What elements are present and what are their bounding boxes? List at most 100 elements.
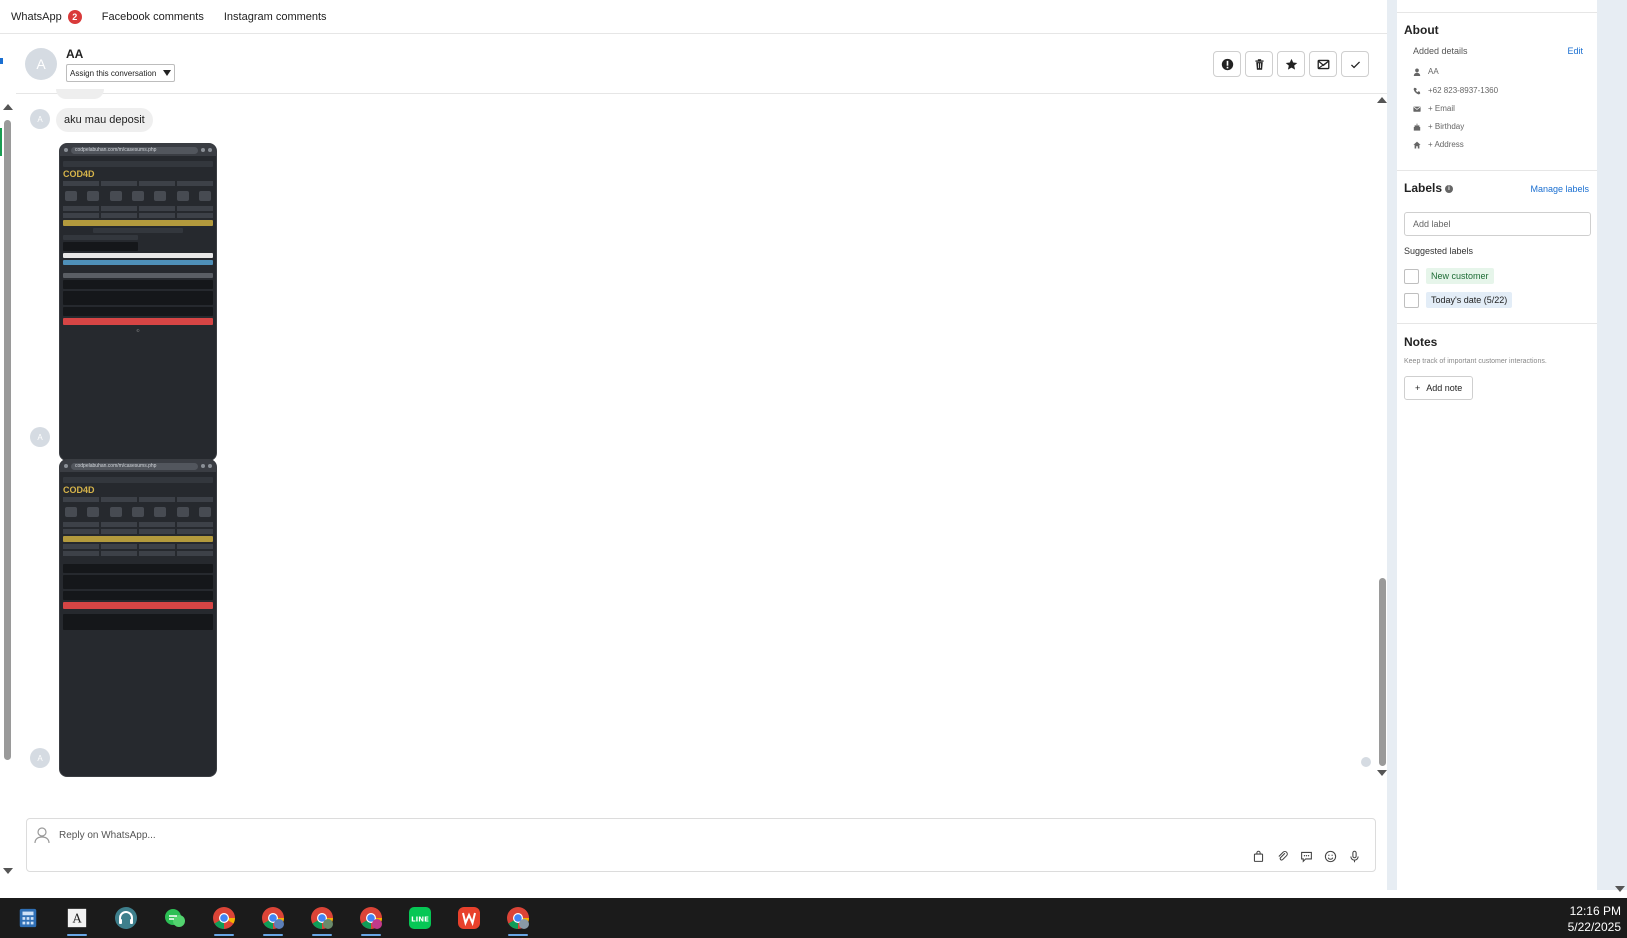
reply-input[interactable] (59, 824, 959, 846)
user-avatar-icon (34, 827, 50, 844)
system-clock[interactable]: 12:16 PM 5/22/2025 (1568, 903, 1621, 935)
screenshot-logout-button (63, 602, 213, 609)
list-edge-highlight (0, 128, 2, 156)
add-note-button[interactable]: + Add note (1404, 376, 1474, 400)
chrome-profile-icon[interactable] (259, 903, 287, 936)
image-attachment[interactable]: codpelabuhan.com/m/casesums.php COD4D © (59, 143, 217, 461)
manage-labels-link[interactable]: Manage labels (1530, 184, 1589, 194)
paperclip-icon[interactable] (1275, 849, 1289, 863)
chrome-profile-icon[interactable] (308, 903, 336, 936)
tab-whatsapp[interactable]: WhatsApp 2 (11, 9, 82, 24)
section-divider (1397, 323, 1597, 324)
tab-facebook-comments[interactable]: Facebook comments (102, 11, 204, 23)
label-chip[interactable]: New customer (1426, 268, 1494, 284)
scroll-down-arrow[interactable] (3, 868, 13, 874)
detail-email[interactable]: + Email (1413, 104, 1455, 113)
delete-button[interactable] (1245, 51, 1273, 77)
list-edge-marker (0, 58, 3, 64)
message-thread: A aku mau deposit codpelabuhan.com/m/cas… (16, 89, 1387, 805)
screenshot-field (63, 242, 138, 251)
bag-icon[interactable] (1251, 849, 1265, 863)
conversation-header: A AA Assign this conversation (16, 35, 1387, 94)
line-icon[interactable]: LINE (406, 903, 434, 933)
scroll-up-arrow[interactable] (1377, 97, 1387, 103)
screenshot-history-bar (63, 536, 213, 542)
suggested-label-row: Today's date (5/22) (1404, 292, 1513, 308)
screenshot-row (63, 280, 213, 289)
headset-app-icon[interactable] (112, 903, 140, 933)
screenshot-url: codpelabuhan.com/m/casesums.php (71, 462, 198, 470)
unread-badge: 2 (67, 9, 82, 24)
emoji-icon[interactable] (1323, 849, 1337, 863)
label-checkbox[interactable] (1404, 292, 1419, 308)
home-icon (64, 148, 68, 152)
whatsapp-icon[interactable] (161, 903, 189, 933)
notes-title: Notes (1404, 335, 1438, 349)
screenshot-row (63, 235, 138, 240)
svg-text:A: A (72, 912, 82, 926)
screenshot-row (63, 273, 213, 278)
trash-icon (1254, 58, 1264, 70)
detail-phone[interactable]: +62 823-8937-1360 (1413, 86, 1498, 95)
screenshot-row (93, 228, 183, 233)
screenshot-page: COD4D (60, 472, 216, 635)
calculator-icon[interactable] (14, 903, 42, 933)
info-icon[interactable]: i (1445, 184, 1454, 193)
label-checkbox[interactable] (1404, 268, 1419, 284)
labels-title-text: Labels (1404, 181, 1443, 195)
edit-details-link[interactable]: Edit (1567, 46, 1583, 56)
cake-icon (1413, 123, 1421, 131)
screenshot-nav (63, 161, 213, 167)
contact-avatar[interactable]: A (25, 48, 57, 80)
star-button[interactable] (1277, 51, 1305, 77)
clock-time: 12:16 PM (1569, 904, 1621, 918)
message-scrollbar-thumb[interactable] (1379, 578, 1386, 766)
detail-name[interactable]: AA (1413, 67, 1439, 76)
detail-address[interactable]: + Address (1413, 140, 1464, 149)
screenshot-button (63, 260, 213, 265)
labels-title: Labels i (1404, 181, 1454, 195)
screenshot-deposit-bar (63, 220, 213, 226)
detail-text: + Birthday (1428, 122, 1465, 131)
detail-birthday[interactable]: + Birthday (1413, 122, 1464, 131)
mark-important-button[interactable] (1213, 51, 1241, 77)
tab-instagram-comments[interactable]: Instagram comments (224, 11, 327, 23)
screenshot-game-icons (63, 188, 213, 204)
label-chip[interactable]: Today's date (5/22) (1426, 292, 1513, 308)
assign-conversation-select[interactable]: Assign this conversation (66, 64, 176, 82)
screenshot-row (63, 591, 213, 600)
contact-name: AA (66, 47, 84, 61)
chrome-icon[interactable] (210, 903, 238, 936)
home-icon (1413, 141, 1421, 148)
chat-bubble-icon[interactable] (1299, 849, 1313, 863)
screenshot-menu (63, 206, 213, 218)
panel-top-section (1397, 0, 1597, 13)
scroll-down-arrow[interactable] (1615, 886, 1625, 892)
chrome-profile-icon[interactable] (504, 903, 532, 936)
image-attachment[interactable]: codpelabuhan.com/m/casesums.php COD4D (59, 459, 217, 777)
archive-button[interactable] (1309, 51, 1337, 77)
about-title: About (1404, 23, 1439, 37)
resolve-button[interactable] (1341, 51, 1369, 77)
svg-text:LINE: LINE (411, 916, 429, 924)
screenshot-row (63, 307, 213, 316)
text-editor-icon[interactable]: A (63, 903, 91, 936)
screenshot-info (63, 181, 213, 186)
tabs-icon (208, 464, 212, 468)
chrome-profile-icon[interactable] (357, 903, 385, 936)
screenshot-input (63, 253, 213, 258)
office-icon[interactable] (455, 903, 483, 933)
detail-text: + Address (1428, 140, 1464, 149)
screenshot-footer: © (136, 328, 140, 333)
message-bubble: aku mau deposit (56, 108, 153, 132)
screenshot-footer (63, 614, 213, 630)
add-label-input[interactable] (1404, 212, 1591, 236)
left-scrollbar-thumb[interactable] (4, 120, 11, 760)
tab-label: Facebook comments (101, 10, 204, 23)
microphone-icon[interactable] (1347, 849, 1361, 863)
scroll-up-arrow[interactable] (3, 104, 13, 110)
plus-icon (201, 148, 205, 152)
scroll-down-arrow[interactable] (1377, 770, 1387, 776)
star-icon (1285, 58, 1297, 70)
conversation-actions (1213, 51, 1369, 77)
